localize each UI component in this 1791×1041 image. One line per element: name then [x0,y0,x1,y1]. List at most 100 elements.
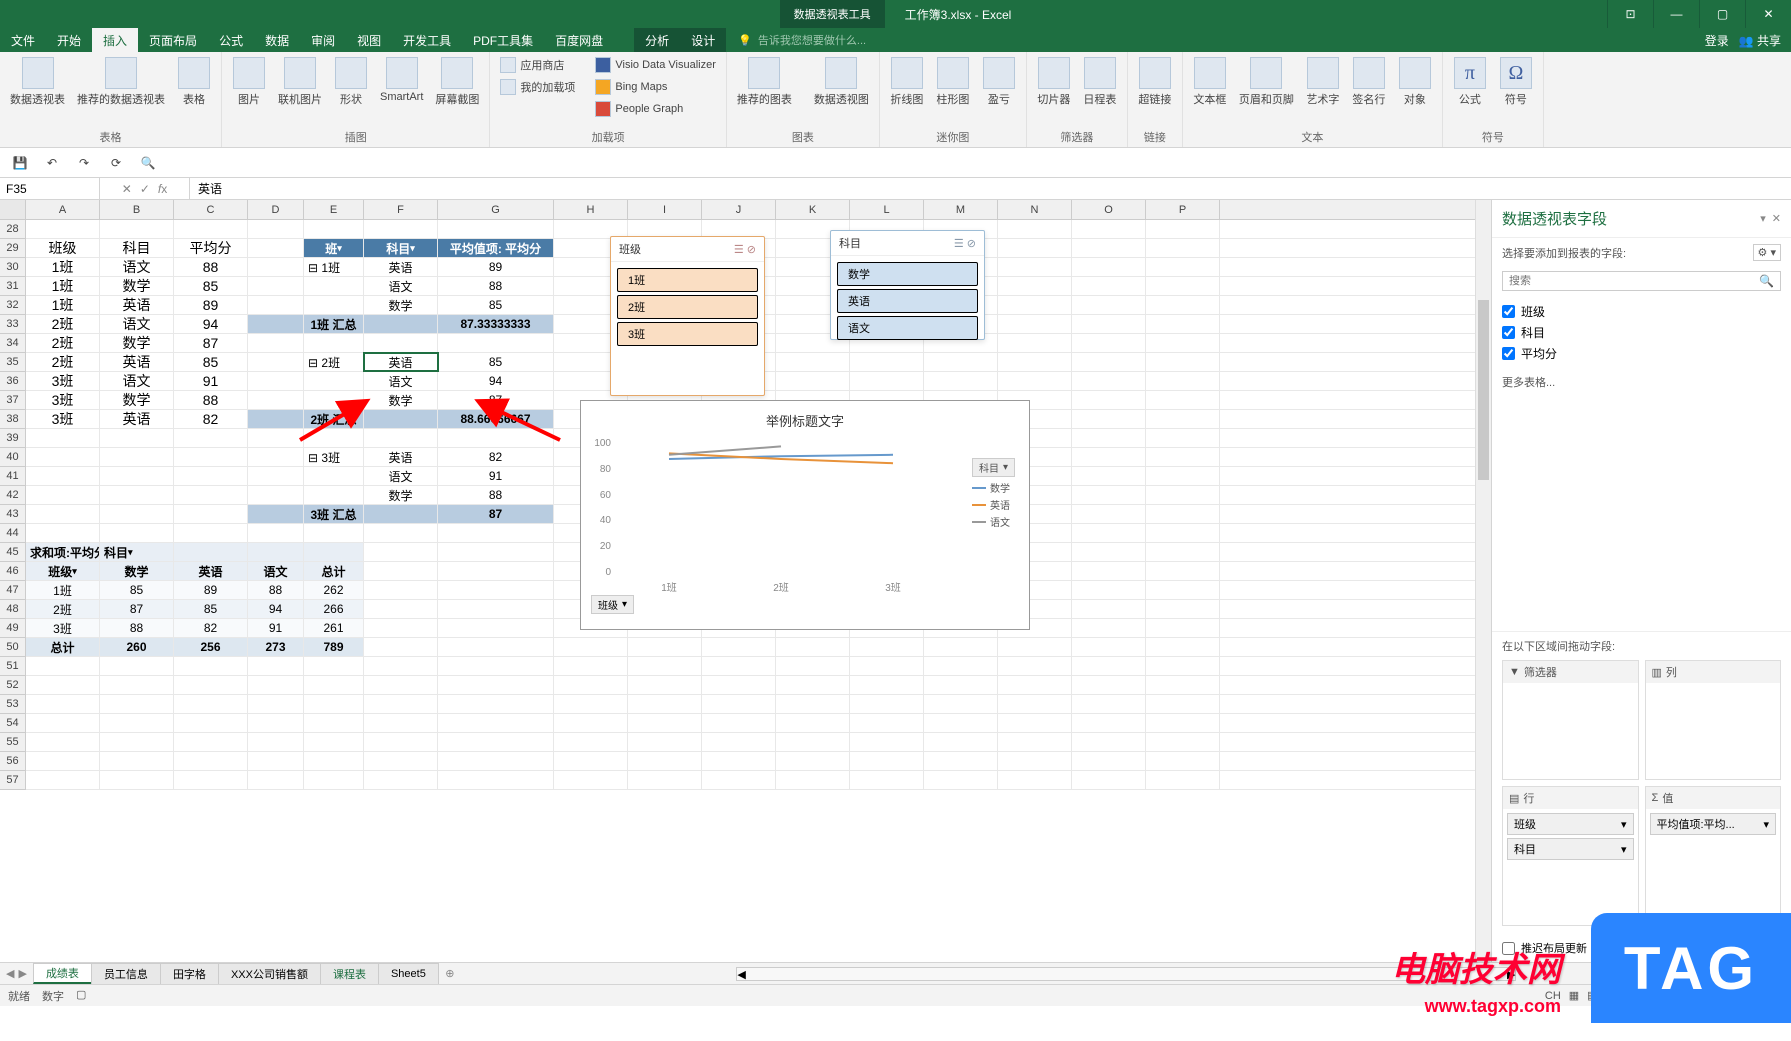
column-header[interactable]: F [364,200,438,219]
cell[interactable] [304,714,364,732]
cell[interactable] [304,429,364,447]
cell[interactable] [364,410,438,428]
cell[interactable] [1072,486,1146,504]
recommended-charts-button[interactable]: 推荐的图表 [733,55,796,109]
cell[interactable]: 英语 [364,258,438,276]
cell[interactable] [1146,410,1220,428]
field-checkbox[interactable]: 科目 [1502,322,1781,343]
cell[interactable] [248,714,304,732]
cell[interactable] [174,714,248,732]
view-normal-icon[interactable]: ▦ [1569,989,1579,1002]
cell[interactable] [998,296,1072,314]
cell[interactable] [100,467,174,485]
cell[interactable]: 789 [304,638,364,656]
cell[interactable] [850,657,924,675]
slicer-item[interactable]: 3班 [617,322,758,346]
cell[interactable] [248,239,304,257]
cell[interactable] [364,562,438,580]
cell[interactable] [174,657,248,675]
cell[interactable]: 89 [438,258,554,276]
wordart-button[interactable]: 艺术字 [1302,55,1344,109]
pivot-chart[interactable]: 举例标题文字 100806040200 1班2班3班 科目 ▾ 数学 英语 语文… [580,400,1030,630]
cell[interactable] [1072,239,1146,257]
cell[interactable] [248,334,304,352]
cell[interactable] [364,543,438,561]
cell[interactable]: 数学 [100,562,174,580]
tab-pagelayout[interactable]: 页面布局 [138,28,208,52]
column-header[interactable]: L [850,200,924,219]
cell[interactable] [1072,581,1146,599]
cell[interactable] [1146,315,1220,333]
cell[interactable] [702,695,776,713]
cell[interactable] [438,334,554,352]
sign-in-link[interactable]: 登录 [1705,32,1729,49]
cell[interactable]: 2班 汇总 [304,410,364,428]
sheet-tab[interactable]: Sheet5 [378,963,439,984]
cell[interactable] [702,657,776,675]
cell[interactable]: 班级 ▾ [26,562,100,580]
cell[interactable]: 科目 [100,239,174,257]
row-header[interactable]: 38 [0,410,25,429]
cell[interactable]: ⊟ 2班 [304,353,364,371]
cell[interactable] [1146,448,1220,466]
cell[interactable] [26,733,100,751]
cell[interactable]: 班级 [26,239,100,257]
cell[interactable] [998,353,1072,371]
chart-axis-filter-badge[interactable]: 班级 ▾ [591,595,634,614]
cell[interactable] [174,752,248,770]
cell[interactable]: 91 [248,619,304,637]
row-header[interactable]: 57 [0,771,25,790]
cell[interactable] [174,429,248,447]
cell[interactable]: 87 [438,391,554,409]
cell[interactable] [1146,638,1220,656]
cell[interactable]: 3班 [26,391,100,409]
sheet-tab[interactable]: XXX公司销售额 [218,963,321,984]
cell[interactable] [304,543,364,561]
cell[interactable]: 语文 [364,372,438,390]
cell[interactable] [26,429,100,447]
cell[interactable]: 英语 [174,562,248,580]
cell[interactable] [26,695,100,713]
tab-analyze[interactable]: 分析 [634,28,680,52]
header-footer-button[interactable]: 页眉和页脚 [1235,55,1298,109]
cell[interactable]: 数学 [100,277,174,295]
cell[interactable] [364,771,438,789]
fx-icon[interactable]: fx [158,182,167,196]
cell[interactable] [248,733,304,751]
cell[interactable] [100,220,174,238]
redo-button[interactable]: ↷ [74,153,94,173]
cell[interactable] [100,657,174,675]
recommended-pivot-button[interactable]: 推荐的数据透视表 [73,55,169,109]
cell[interactable] [924,372,998,390]
cell[interactable] [438,581,554,599]
cell[interactable] [304,676,364,694]
cell[interactable] [850,695,924,713]
cell[interactable] [26,448,100,466]
row-header[interactable]: 52 [0,676,25,695]
cell[interactable] [100,676,174,694]
column-header[interactable]: D [248,200,304,219]
cell[interactable] [248,315,304,333]
cell[interactable] [100,714,174,732]
cell[interactable] [776,733,850,751]
cell[interactable] [248,220,304,238]
cell[interactable] [628,733,702,751]
cell[interactable] [1146,486,1220,504]
cell[interactable] [1072,448,1146,466]
row-header[interactable]: 37 [0,391,25,410]
cell[interactable] [438,524,554,542]
cell[interactable] [1146,258,1220,276]
cell[interactable]: 数学 [364,486,438,504]
enter-formula-icon[interactable]: ✓ [140,182,150,196]
cell[interactable] [628,752,702,770]
cell[interactable] [1072,771,1146,789]
cell[interactable] [998,676,1072,694]
field-checkbox[interactable]: 班级 [1502,301,1781,322]
cell[interactable] [1072,372,1146,390]
worksheet-grid[interactable]: ABCDEFGHIJKLMNOP 28293031323334353637383… [0,200,1491,962]
slicer-button[interactable]: 切片器 [1033,55,1075,109]
sparkline-column-button[interactable]: 柱形图 [932,55,974,109]
cell[interactable] [628,771,702,789]
cell[interactable] [26,220,100,238]
ribbon-options-button[interactable]: ⊡ [1607,0,1653,28]
